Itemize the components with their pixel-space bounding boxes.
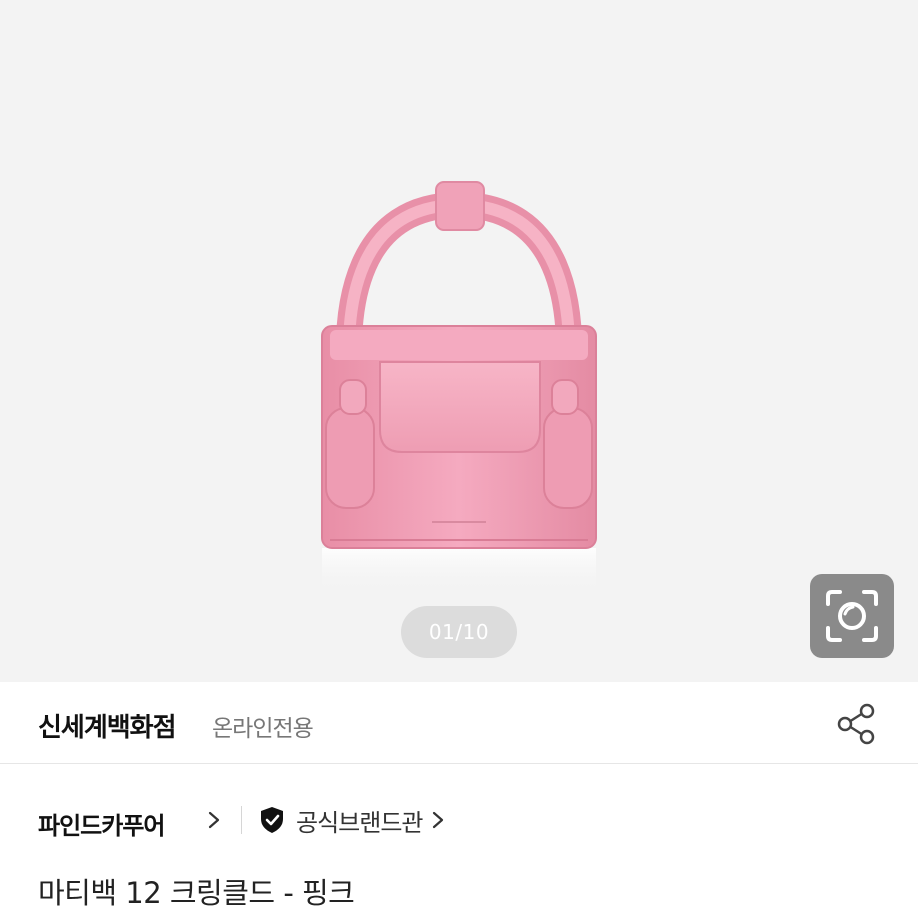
store-tag: 온라인전용	[212, 716, 314, 742]
chevron-right-icon	[433, 811, 444, 829]
share-button[interactable]	[832, 700, 880, 748]
product-image[interactable]	[0, 0, 918, 682]
product-image-gallery[interactable]: 01/10	[0, 0, 918, 682]
store-bar: 신세계백화점 온라인전용	[0, 682, 918, 764]
product-title: 마티백 12 크링클드 - 핑크	[38, 876, 355, 910]
image-search-button[interactable]	[810, 574, 894, 658]
store-name[interactable]: 신세계백화점	[38, 707, 177, 744]
brand-row: 파인드카푸어 공식브랜드관	[0, 796, 918, 846]
brand-link[interactable]: 파인드카푸어	[38, 806, 165, 841]
camera-lens-search-icon	[826, 590, 878, 642]
official-brand-link[interactable]: 공식브랜드관	[258, 802, 448, 838]
image-counter: 01/10	[401, 606, 517, 658]
share-icon	[837, 703, 875, 745]
chevron-right-icon[interactable]	[204, 808, 224, 832]
divider	[241, 806, 242, 834]
shield-check-icon	[258, 805, 286, 835]
official-brand-label: 공식브랜드관	[296, 808, 423, 837]
